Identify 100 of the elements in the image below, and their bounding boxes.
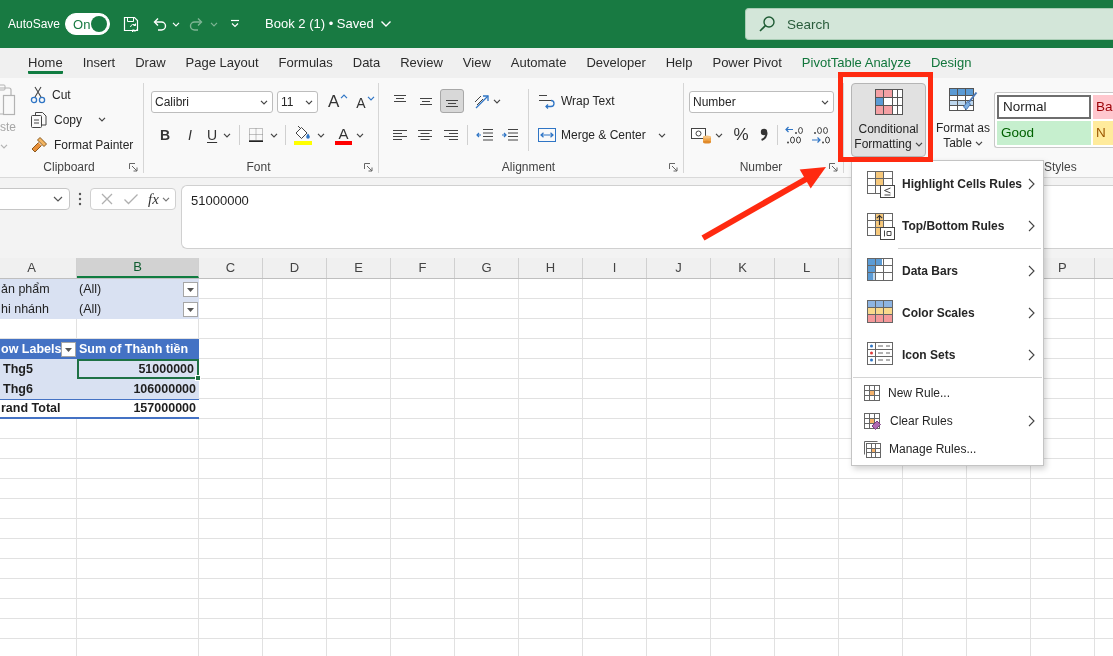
caret-icon bbox=[0, 144, 8, 149]
number-format-field[interactable]: Number bbox=[689, 91, 834, 113]
column-header[interactable]: D bbox=[263, 258, 327, 278]
column-header[interactable]: B bbox=[77, 258, 199, 278]
format-as-table-button[interactable]: Format as Table bbox=[935, 83, 991, 157]
font-color-button[interactable]: A bbox=[333, 124, 367, 146]
ribbon-tab[interactable]: Power Pivot bbox=[712, 53, 782, 74]
autosave-toggle[interactable]: On bbox=[65, 13, 111, 35]
percent-button[interactable]: % bbox=[730, 123, 752, 147]
wrap-lines-icon bbox=[537, 92, 557, 110]
cell-style[interactable]: N bbox=[1093, 121, 1113, 145]
caret-icon bbox=[223, 132, 232, 138]
filter-dropdown-icon[interactable] bbox=[183, 301, 198, 317]
column-header[interactable]: K bbox=[711, 258, 775, 278]
ribbon-tab[interactable]: Formulas bbox=[278, 53, 333, 74]
menu-item[interactable]: Icon Sets bbox=[852, 334, 1043, 376]
caret-up-icon bbox=[340, 94, 349, 99]
fill-handle[interactable] bbox=[195, 375, 201, 381]
bold-button[interactable]: B bbox=[154, 124, 176, 146]
column-header[interactable]: I bbox=[583, 258, 647, 278]
column-header[interactable]: L bbox=[775, 258, 839, 278]
cell-style[interactable]: Normal bbox=[997, 95, 1091, 119]
grow-font-button[interactable]: A bbox=[326, 91, 351, 113]
bar-caret-icon[interactable] bbox=[229, 19, 242, 29]
dialog-launcher-icon[interactable] bbox=[364, 162, 373, 172]
search-field[interactable]: Search bbox=[745, 8, 1113, 40]
column-header[interactable]: G bbox=[455, 258, 519, 278]
ribbon-tab[interactable]: Draw bbox=[135, 53, 166, 74]
underline-button[interactable]: U bbox=[204, 124, 235, 146]
ribbon-tab[interactable]: Automate bbox=[510, 53, 567, 74]
filter-dropdown-icon[interactable] bbox=[61, 341, 77, 357]
ribbon-tab[interactable]: Page Layout bbox=[185, 53, 259, 74]
font-size-field[interactable]: 11 bbox=[277, 91, 318, 113]
dialog-launcher-icon[interactable] bbox=[829, 162, 838, 172]
eraser-grid-icon bbox=[864, 412, 882, 430]
merge-center-button[interactable]: Merge & Center bbox=[535, 123, 668, 147]
ribbon-tab[interactable]: Review bbox=[400, 53, 443, 74]
caret-icon bbox=[98, 117, 106, 122]
ribbon-tab[interactable]: View bbox=[462, 53, 491, 74]
italic-button[interactable]: I bbox=[179, 124, 201, 146]
cut-button[interactable]: Cut bbox=[28, 82, 136, 107]
bill-coins-icon bbox=[690, 126, 712, 144]
caret-icon bbox=[270, 132, 279, 138]
indent-left-icon bbox=[475, 129, 494, 141]
check-icon[interactable] bbox=[123, 192, 139, 206]
stacked-grid-icon bbox=[864, 440, 881, 458]
column-header[interactable]: F bbox=[391, 258, 455, 278]
ribbon-tab[interactable]: Insert bbox=[82, 53, 116, 74]
align-bottom-button[interactable] bbox=[440, 89, 464, 113]
menu-item[interactable]: New Rule... bbox=[852, 379, 1043, 407]
group-label: Clipboard bbox=[43, 159, 95, 176]
menu-item[interactable]: Clear Rules bbox=[852, 407, 1043, 435]
conditional-formatting-button[interactable]: Conditional Formatting bbox=[851, 83, 926, 157]
comma-icon bbox=[759, 127, 769, 143]
ribbon-tab[interactable]: Data bbox=[352, 53, 381, 74]
caret-icon bbox=[974, 141, 983, 146]
filter-dropdown-icon[interactable] bbox=[183, 281, 198, 297]
group-label: Alignment bbox=[501, 159, 556, 176]
chevron-right-icon bbox=[1028, 220, 1035, 232]
caret-icon bbox=[53, 196, 63, 202]
diagonal-arrow-icon bbox=[472, 92, 490, 110]
column-header[interactable]: H bbox=[519, 258, 583, 278]
table-cell: 106000000 bbox=[77, 379, 199, 399]
chevron-right-icon bbox=[1028, 415, 1035, 427]
borders-icon bbox=[247, 126, 266, 144]
dialog-launcher-icon[interactable] bbox=[129, 162, 138, 172]
shrink-font-button[interactable]: A bbox=[354, 91, 377, 113]
color-bar-icon bbox=[335, 140, 353, 145]
ribbon-tab[interactable]: Help bbox=[665, 53, 693, 74]
align-middle-icon bbox=[420, 97, 432, 105]
document-title[interactable]: Book 2 (1) • Saved bbox=[265, 14, 392, 34]
menu-item[interactable]: Top/Bottom Rules bbox=[852, 205, 1043, 247]
format-painter-button[interactable]: Format Painter bbox=[28, 132, 136, 157]
caret-icon bbox=[914, 142, 923, 147]
align-bottom-icon bbox=[446, 100, 458, 107]
menu-item[interactable]: Color Scales bbox=[852, 292, 1043, 334]
cell-style[interactable]: Good bbox=[997, 121, 1091, 145]
ribbon-tab[interactable]: PivotTable Analyze bbox=[801, 53, 911, 74]
caret-icon bbox=[821, 99, 829, 105]
insert-function-button[interactable]: fx bbox=[148, 191, 170, 207]
ribbon-tab[interactable]: Developer bbox=[586, 53, 646, 74]
column-header[interactable]: C bbox=[199, 258, 263, 278]
ribbon-tab[interactable]: Home bbox=[28, 53, 63, 74]
wrap-text-button[interactable]: Wrap Text bbox=[535, 89, 668, 113]
menu-item[interactable]: Data Bars bbox=[852, 250, 1043, 292]
arrow-grid-icon bbox=[866, 212, 896, 240]
column-header[interactable]: J bbox=[647, 258, 711, 278]
chevron-right-icon bbox=[1028, 349, 1035, 361]
ribbon-tab[interactable]: Design bbox=[930, 53, 972, 74]
dialog-launcher-icon[interactable] bbox=[669, 162, 678, 172]
copy-button[interactable]: Copy bbox=[28, 107, 136, 132]
menu-item[interactable]: Manage Rules... bbox=[852, 435, 1043, 463]
font-name-field[interactable]: Calibri bbox=[151, 91, 273, 113]
save-icon[interactable] bbox=[122, 15, 141, 33]
more-icon[interactable] bbox=[78, 192, 82, 206]
column-header[interactable]: E bbox=[327, 258, 391, 278]
cell-style[interactable]: Ba bbox=[1093, 95, 1113, 119]
paint-bucket-icon bbox=[293, 125, 314, 145]
knob-icon bbox=[91, 16, 108, 32]
paintbrush-icon bbox=[30, 135, 48, 154]
